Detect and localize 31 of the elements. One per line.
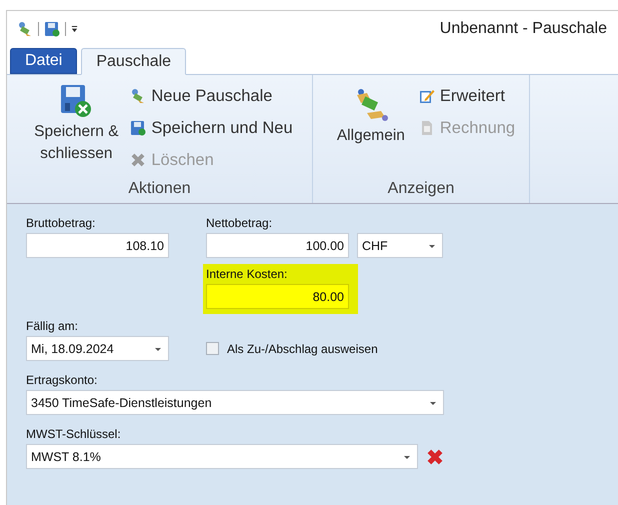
- checkbox[interactable]: [206, 342, 219, 355]
- field-label: Ertragskonto:: [26, 373, 98, 387]
- field-label: Bruttobetrag:: [26, 216, 96, 230]
- ribbon-button[interactable]: Speichern & schliessen: [26, 81, 126, 180]
- delete-icon[interactable]: [426, 448, 444, 466]
- ribbon-button[interactable]: Neue Pauschale: [130, 81, 293, 111]
- field-label: Fällig am:: [26, 319, 80, 333]
- input-field[interactable]: 108.10: [26, 233, 169, 258]
- input-field[interactable]: 80.00: [206, 284, 349, 309]
- cross-icon: [130, 152, 146, 168]
- group-label: Anzeigen: [388, 180, 454, 199]
- date-picker[interactable]: Mi, 18.09.2024: [26, 336, 169, 361]
- account-dropdown[interactable]: 3450 TimeSafe-Dienstleistungen: [26, 390, 444, 415]
- field-label: Nettobetrag:: [206, 216, 274, 230]
- save-icon: [130, 120, 146, 136]
- ribbon-button[interactable]: Erweitert: [418, 81, 516, 111]
- dropdown-icon[interactable]: [71, 24, 78, 34]
- currency-dropdown[interactable]: CHF: [357, 233, 443, 258]
- field-label: Interne Kosten:: [206, 267, 288, 281]
- pencil-note-icon: [418, 88, 435, 104]
- group-label: Aktionen: [128, 180, 191, 199]
- window-title: Unbenannt - Pauschale: [440, 20, 607, 38]
- ribbon-button[interactable]: Speichern und Neu: [130, 113, 293, 143]
- ribbon-tab[interactable]: Datei: [10, 48, 78, 74]
- input-field[interactable]: 100.00: [206, 233, 349, 258]
- checkbox-label: Als Zu-/Abschlag ausweisen: [227, 342, 378, 356]
- save-icon[interactable]: [44, 21, 60, 37]
- ribbon-button[interactable]: Allgemein: [326, 81, 415, 180]
- field-label: MWST-Schlüssel:: [26, 427, 122, 441]
- ribbon-tab[interactable]: Pauschale: [81, 48, 186, 75]
- vat-dropdown[interactable]: MWST 8.1%: [26, 444, 418, 469]
